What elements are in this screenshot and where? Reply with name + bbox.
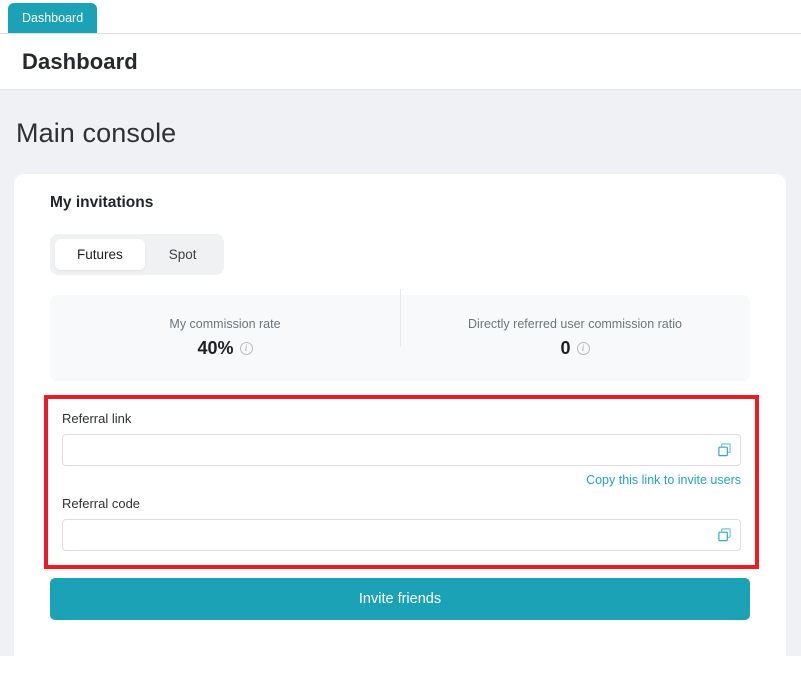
stat-label: My commission rate — [169, 317, 281, 331]
stat-value-row: 40% i — [50, 338, 400, 359]
referral-link-field-wrap — [62, 434, 741, 466]
browser-tab-strip: Dashboard — [0, 0, 801, 34]
referral-link-input[interactable] — [62, 434, 741, 466]
stat-label: Directly referred user commission ratio — [468, 317, 682, 331]
main-canvas: Main console My invitations Futures Spot… — [0, 90, 801, 696]
stat-my-commission-rate: My commission rate 40% i — [50, 317, 400, 359]
referral-code-field-wrap — [62, 519, 741, 551]
referral-code-label: Referral code — [62, 496, 141, 511]
copy-icon — [718, 443, 731, 457]
stat-referred-user-ratio: Directly referred user commission ratio … — [400, 289, 750, 359]
copy-referral-link-button[interactable] — [717, 443, 732, 458]
card-title: My invitations — [50, 194, 154, 211]
referral-code-input[interactable] — [62, 519, 741, 551]
copy-icon — [718, 528, 731, 542]
copy-link-helper-text[interactable]: Copy this link to invite users — [62, 473, 741, 487]
referral-link-label: Referral link — [62, 411, 132, 426]
tab-spot[interactable]: Spot — [147, 239, 219, 270]
commission-stats-panel: My commission rate 40% i Directly referr… — [50, 289, 750, 381]
stat-value: 40% — [197, 338, 234, 358]
tab-futures[interactable]: Futures — [55, 239, 145, 270]
browser-tab-dashboard[interactable]: Dashboard — [8, 3, 98, 33]
invitations-card: My invitations Futures Spot My commissio… — [14, 174, 786, 696]
market-type-tabs: Futures Spot — [50, 234, 224, 275]
stat-value: 0 — [560, 338, 571, 358]
referral-highlight-region: Referral link Copy this link to invite u… — [44, 395, 759, 569]
info-icon[interactable]: i — [576, 342, 590, 355]
info-icon[interactable]: i — [239, 342, 253, 355]
page-header: Dashboard — [0, 34, 801, 90]
invite-friends-button[interactable]: Invite friends — [50, 578, 750, 620]
console-heading: Main console — [16, 118, 177, 148]
copy-referral-code-button[interactable] — [717, 528, 732, 543]
stat-value-row: 0 i — [400, 338, 750, 359]
page-title: Dashboard — [22, 48, 138, 74]
